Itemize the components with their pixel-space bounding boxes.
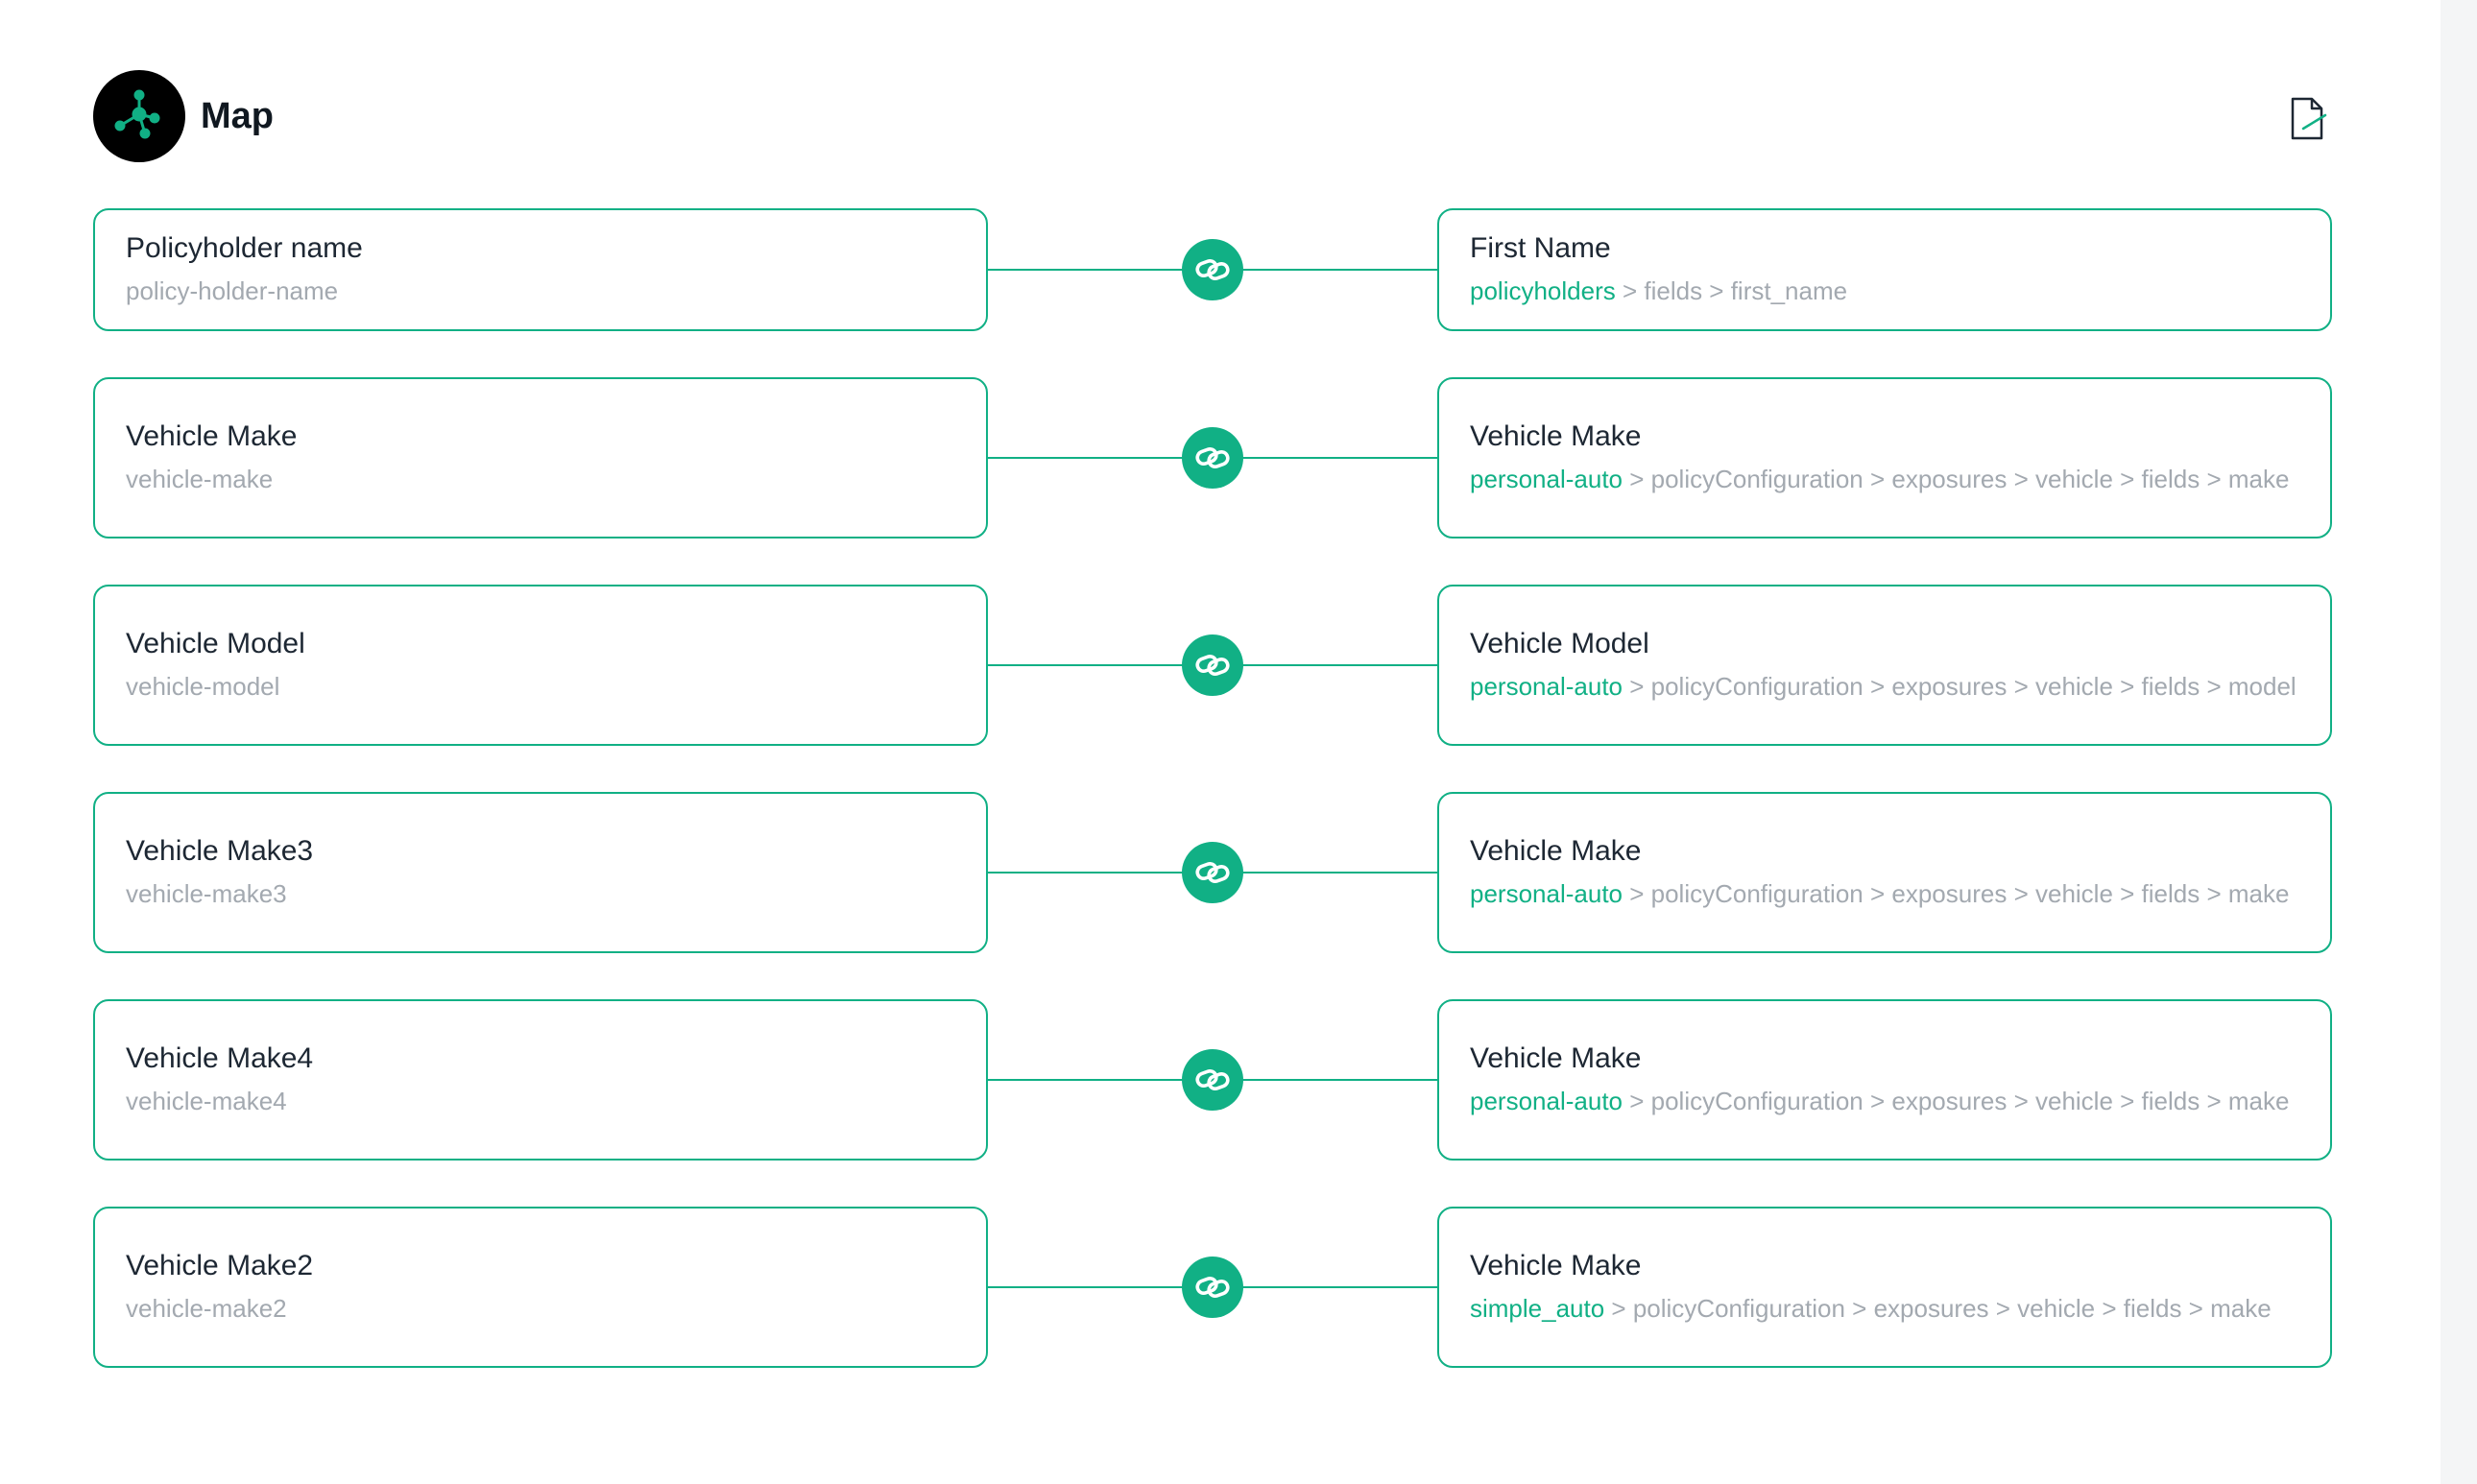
source-field-card[interactable]: Policyholder name policy-holder-name bbox=[93, 208, 988, 331]
link-icon[interactable] bbox=[1182, 634, 1243, 696]
target-field-label: First Name bbox=[1470, 232, 1611, 264]
network-node-icon bbox=[93, 70, 185, 162]
source-field-card[interactable]: Vehicle Make vehicle-make bbox=[93, 377, 988, 539]
mapping-row: Vehicle Make3 vehicle-make3 Vehicle Make… bbox=[93, 792, 2332, 953]
source-field-card[interactable]: Vehicle Make4 vehicle-make4 bbox=[93, 999, 988, 1161]
target-field-label: Vehicle Make bbox=[1470, 420, 1642, 452]
source-field-card[interactable]: Vehicle Make2 vehicle-make2 bbox=[93, 1207, 988, 1368]
mapping-row: Vehicle Model vehicle-model Vehicle Mode… bbox=[93, 585, 2332, 746]
source-field-key: vehicle-model bbox=[126, 672, 280, 701]
map-page: Map Policyholder name policy-holder-name… bbox=[0, 0, 2477, 1484]
source-field-card[interactable]: Vehicle Model vehicle-model bbox=[93, 585, 988, 746]
source-field-key: policy-holder-name bbox=[126, 276, 339, 305]
source-field-key: vehicle-make bbox=[126, 465, 274, 493]
target-field-label: Vehicle Make bbox=[1470, 1042, 1642, 1074]
target-path-rest: > policyConfiguration > exposures > vehi… bbox=[1623, 465, 2290, 493]
source-field-label: Vehicle Make bbox=[126, 420, 298, 452]
link-icon[interactable] bbox=[1182, 1049, 1243, 1111]
target-path-root: personal-auto bbox=[1470, 672, 1623, 701]
page-title: Map bbox=[201, 95, 274, 136]
mapping-row: Policyholder name policy-holder-name Fir… bbox=[93, 208, 2332, 331]
target-path-rest: > policyConfiguration > exposures > vehi… bbox=[1623, 1087, 2290, 1115]
link-icon[interactable] bbox=[1182, 1257, 1243, 1318]
link-icon[interactable] bbox=[1182, 239, 1243, 300]
target-field-path: personal-auto > policyConfiguration > ex… bbox=[1470, 460, 2299, 498]
target-path-root: personal-auto bbox=[1470, 465, 1623, 493]
target-path-rest: > policyConfiguration > exposures > vehi… bbox=[1623, 879, 2290, 908]
link-icon[interactable] bbox=[1182, 842, 1243, 903]
target-field-path: policyholders > fields > first_name bbox=[1470, 272, 2299, 310]
link-icon[interactable] bbox=[1182, 427, 1243, 489]
mapping-row: Vehicle Make vehicle-make Vehicle Make p… bbox=[93, 377, 2332, 539]
target-path-rest: > policyConfiguration > exposures > vehi… bbox=[1623, 672, 2297, 701]
source-field-key: vehicle-make3 bbox=[126, 879, 287, 908]
target-path-root: simple_auto bbox=[1470, 1294, 1605, 1323]
target-field-card[interactable]: Vehicle Make personal-auto > policyConfi… bbox=[1437, 792, 2332, 953]
target-field-path: personal-auto > policyConfiguration > ex… bbox=[1470, 667, 2299, 706]
target-path-root: policyholders bbox=[1470, 276, 1616, 305]
source-field-card[interactable]: Vehicle Make3 vehicle-make3 bbox=[93, 792, 988, 953]
right-gutter bbox=[2441, 0, 2477, 1484]
target-field-path: personal-auto > policyConfiguration > ex… bbox=[1470, 1082, 2299, 1120]
mapping-row: Vehicle Make4 vehicle-make4 Vehicle Make… bbox=[93, 999, 2332, 1161]
source-field-label: Vehicle Make4 bbox=[126, 1042, 314, 1074]
target-field-label: Vehicle Make bbox=[1470, 835, 1642, 867]
document-edit-icon[interactable] bbox=[2289, 96, 2327, 142]
target-field-label: Vehicle Make bbox=[1470, 1250, 1642, 1281]
target-field-path: simple_auto > policyConfiguration > expo… bbox=[1470, 1289, 2299, 1328]
page-header: Map bbox=[93, 70, 274, 162]
target-path-root: personal-auto bbox=[1470, 879, 1623, 908]
target-path-root: personal-auto bbox=[1470, 1087, 1623, 1115]
source-field-key: vehicle-make2 bbox=[126, 1294, 287, 1323]
source-field-label: Vehicle Make2 bbox=[126, 1250, 314, 1281]
target-field-card[interactable]: Vehicle Model personal-auto > policyConf… bbox=[1437, 585, 2332, 746]
target-field-label: Vehicle Model bbox=[1470, 628, 1649, 659]
target-field-card[interactable]: Vehicle Make personal-auto > policyConfi… bbox=[1437, 999, 2332, 1161]
mapping-row: Vehicle Make2 vehicle-make2 Vehicle Make… bbox=[93, 1207, 2332, 1368]
target-field-card[interactable]: First Name policyholders > fields > firs… bbox=[1437, 208, 2332, 331]
target-field-card[interactable]: Vehicle Make simple_auto > policyConfigu… bbox=[1437, 1207, 2332, 1368]
source-field-label: Vehicle Model bbox=[126, 628, 305, 659]
target-field-card[interactable]: Vehicle Make personal-auto > policyConfi… bbox=[1437, 377, 2332, 539]
source-field-key: vehicle-make4 bbox=[126, 1087, 287, 1115]
target-path-rest: > policyConfiguration > exposures > vehi… bbox=[1604, 1294, 2272, 1323]
source-field-label: Policyholder name bbox=[126, 232, 363, 264]
target-field-path: personal-auto > policyConfiguration > ex… bbox=[1470, 874, 2299, 913]
source-field-label: Vehicle Make3 bbox=[126, 835, 314, 867]
target-path-rest: > fields > first_name bbox=[1615, 276, 1848, 305]
